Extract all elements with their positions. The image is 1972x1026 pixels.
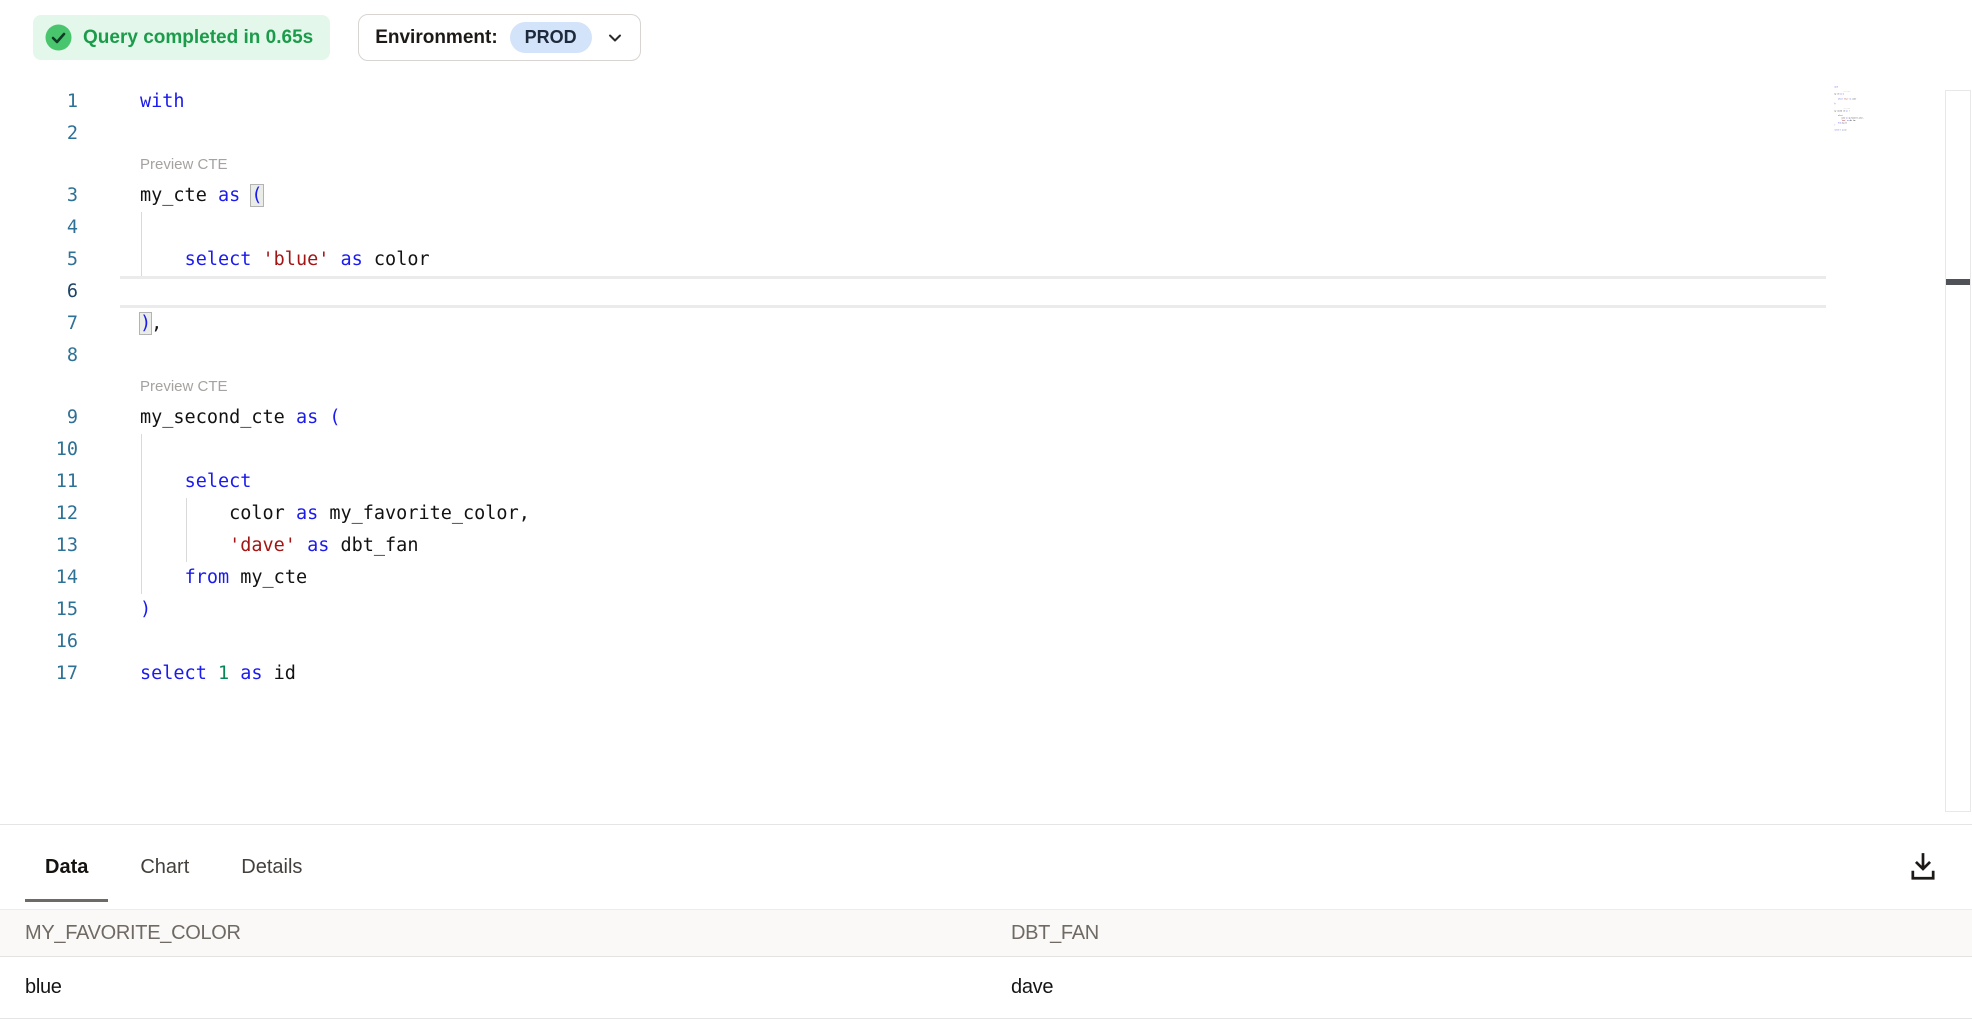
table-cell: dave	[986, 976, 1972, 999]
results-table-body: bluedave	[0, 957, 1972, 1019]
code-line-text: from my_cte	[140, 562, 307, 594]
code-line[interactable]: 10	[0, 434, 1972, 466]
line-number: 9	[0, 402, 120, 434]
minimap[interactable]: withPreview CTEmy_cte as ( select 'blue'…	[1833, 86, 1943, 206]
line-number: 11	[0, 466, 120, 498]
line-number: 4	[0, 212, 120, 244]
code-line-text: my_second_cte as (	[1835, 110, 1850, 112]
line-number: 16	[0, 626, 120, 658]
code-line-text: with	[140, 86, 185, 118]
environment-dropdown[interactable]: Environment: PROD	[358, 14, 640, 61]
line-number: 3	[0, 180, 120, 212]
code-line[interactable]: 4	[0, 212, 1972, 244]
code-line[interactable]: 6	[0, 276, 1972, 308]
code-line-text: my_cte as (	[140, 180, 263, 212]
code-line[interactable]: 5 select 'blue' as color	[0, 244, 1972, 276]
environment-value-badge: PROD	[510, 22, 592, 53]
code-line[interactable]: 2	[0, 118, 1972, 150]
results-table-header: MY_FAVORITE_COLORDBT_FAN	[0, 909, 1972, 957]
code-line-text: )	[140, 594, 151, 626]
code-line-text: select 'blue' as color	[140, 244, 430, 276]
table-row[interactable]: bluedave	[0, 957, 1972, 1019]
results-tab-bar: DataChartDetails	[0, 825, 1972, 909]
line-number: 8	[0, 340, 120, 372]
code-line-text: select 'blue' as color	[1835, 98, 1857, 100]
query-status-text: Query completed in 0.65s	[83, 27, 313, 49]
scrollbar-marker	[1946, 279, 1970, 285]
code-line[interactable]: 11 select	[0, 466, 1972, 498]
code-line-text: my_cte as (	[1835, 93, 1844, 95]
code-line-text: select 1 as id	[140, 658, 296, 690]
code-line[interactable]: 14 from my_cte	[0, 562, 1972, 594]
code-line-text: my_second_cte as (	[140, 402, 341, 434]
line-number: 6	[0, 276, 120, 308]
code-line-text: select 1 as id	[1835, 129, 1847, 131]
environment-label: Environment:	[375, 27, 497, 49]
line-number: 5	[0, 244, 120, 276]
line-number: 10	[0, 434, 120, 466]
line-number: 2	[0, 118, 120, 150]
code-line-text: from my_cte	[1835, 122, 1848, 124]
line-number: 1	[0, 86, 120, 118]
code-line-text: ),	[1835, 103, 1837, 105]
code-line[interactable]: 16	[0, 626, 1972, 658]
code-line-text: )	[1835, 124, 1836, 126]
code-line-text: color as my_favorite_color,	[140, 498, 530, 530]
tab-data[interactable]: Data	[25, 825, 108, 909]
chevron-down-icon	[606, 29, 624, 47]
check-circle-icon	[45, 24, 72, 51]
results-panel: DataChartDetails MY_FAVORITE_COLORDBT_FA…	[0, 824, 1972, 1019]
line-number: 15	[0, 594, 120, 626]
preview-cte-button[interactable]: Preview CTE	[0, 150, 1972, 180]
line-number: 7	[0, 308, 120, 340]
code-editor[interactable]: 1with2Preview CTE3my_cte as (45 select '…	[0, 75, 1972, 824]
code-line[interactable]: 12 color as my_favorite_color,	[0, 498, 1972, 530]
code-lines: 1with2Preview CTE3my_cte as (45 select '…	[0, 75, 1972, 690]
topbar: Query completed in 0.65s Environment: PR…	[0, 0, 1972, 75]
code-line[interactable]: 9 my_second_cte as (	[0, 402, 1972, 434]
code-line[interactable]: 8	[0, 340, 1972, 372]
sql-editor-page: Query completed in 0.65s Environment: PR…	[0, 0, 1972, 1026]
scrollbar-track[interactable]	[1945, 90, 1971, 812]
code-line[interactable]: 7),	[0, 308, 1972, 340]
code-line-text: with	[1835, 86, 1838, 88]
code-line-text: 'dave' as dbt_fan	[140, 530, 418, 562]
column-header: MY_FAVORITE_COLOR	[0, 922, 986, 945]
code-line[interactable]: 13 'dave' as dbt_fan	[0, 530, 1972, 562]
table-cell: blue	[0, 976, 986, 999]
line-number: 14	[0, 562, 120, 594]
preview-cte-button[interactable]: Preview CTE	[0, 372, 1972, 402]
code-line[interactable]: 3 my_cte as (	[0, 180, 1972, 212]
line-number: 17	[0, 658, 120, 690]
download-icon	[1904, 873, 1942, 888]
line-number: 12	[0, 498, 120, 530]
download-button[interactable]	[1904, 847, 1942, 888]
query-status-badge: Query completed in 0.65s	[33, 15, 330, 60]
code-line-text: select	[140, 466, 251, 498]
code-line[interactable]: 17 select 1 as id	[0, 658, 1972, 690]
code-line-text: ),	[140, 308, 162, 340]
tab-details[interactable]: Details	[221, 825, 322, 909]
line-number: 13	[0, 530, 120, 562]
minimap-content: withPreview CTEmy_cte as ( select 'blue'…	[1833, 86, 1943, 131]
tab-chart[interactable]: Chart	[120, 825, 209, 909]
code-line[interactable]: 1 with	[0, 86, 1972, 118]
code-line[interactable]: 15)	[0, 594, 1972, 626]
column-header: DBT_FAN	[986, 922, 1972, 945]
